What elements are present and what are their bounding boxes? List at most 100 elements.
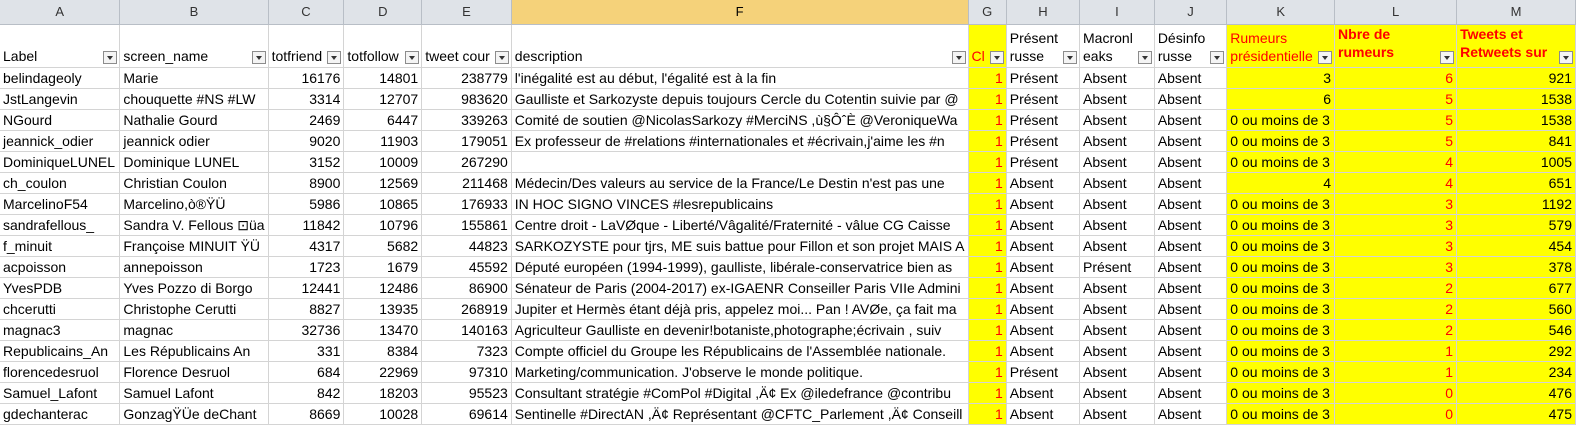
cell-i[interactable]: Absent	[1079, 88, 1155, 110]
column-header-e[interactable]: E	[421, 0, 512, 25]
filter-dropdown-icon[interactable]	[327, 51, 342, 64]
cell-b[interactable]: Christian Coulon	[119, 172, 269, 194]
cell-e[interactable]: 339263	[421, 109, 512, 131]
cell-h[interactable]: Absent	[1006, 214, 1081, 236]
cell-b[interactable]: Marcelino,ò®ŸÜ	[119, 193, 269, 215]
cell-c[interactable]: 1723	[268, 256, 345, 278]
cell-m[interactable]: 579	[1456, 214, 1576, 236]
field-header-cell-j[interactable]: Désinfo russe	[1154, 24, 1228, 68]
cell-e[interactable]: 44823	[421, 235, 512, 257]
cell-h[interactable]: Absent	[1006, 340, 1081, 362]
cell-d[interactable]: 14801	[343, 67, 423, 89]
filter-dropdown-icon[interactable]	[103, 51, 118, 64]
cell-b[interactable]: Sandra V. Fellous ⊡üa	[119, 214, 269, 236]
cell-b[interactable]: Françoise MINUIT ŸÜ	[119, 235, 269, 257]
cell-f[interactable]: Sénateur de Paris (2004-2017) ex-IGAENR …	[511, 277, 969, 299]
cell-d[interactable]: 18203	[343, 382, 423, 404]
cell-b[interactable]: Dominique LUNEL	[119, 151, 269, 173]
cell-g[interactable]: 1	[968, 340, 1007, 362]
cell-a[interactable]: jeannick_odier	[0, 130, 121, 152]
column-header-b[interactable]: B	[119, 0, 269, 25]
cell-a[interactable]: YvesPDB	[0, 277, 121, 299]
cell-m[interactable]: 454	[1456, 235, 1576, 257]
cell-c[interactable]: 32736	[268, 319, 345, 341]
cell-i[interactable]: Absent	[1079, 361, 1155, 383]
cell-k[interactable]: 0 ou moins de 3	[1226, 193, 1336, 215]
cell-f[interactable]	[511, 151, 969, 173]
cell-f[interactable]: Ex professeur de #relations #internation…	[511, 130, 969, 152]
cell-j[interactable]: Absent	[1154, 256, 1228, 278]
cell-l[interactable]: 3	[1334, 193, 1458, 215]
field-header-cell-c[interactable]: totfriend	[268, 24, 345, 68]
cell-f[interactable]: Compte officiel du Groupe les Républicai…	[511, 340, 969, 362]
filter-dropdown-icon[interactable]	[1063, 51, 1078, 64]
cell-j[interactable]: Absent	[1154, 361, 1228, 383]
filter-dropdown-icon[interactable]	[1318, 51, 1333, 64]
field-header-cell-i[interactable]: Macronl eaks	[1079, 24, 1155, 68]
cell-d[interactable]: 12569	[343, 172, 423, 194]
cell-d[interactable]: 10796	[343, 214, 423, 236]
cell-d[interactable]: 8384	[343, 340, 423, 362]
cell-c[interactable]: 5986	[268, 193, 345, 215]
cell-j[interactable]: Absent	[1154, 235, 1228, 257]
cell-h[interactable]: Absent	[1006, 277, 1081, 299]
cell-c[interactable]: 9020	[268, 130, 345, 152]
cell-g[interactable]: 1	[968, 109, 1007, 131]
cell-k[interactable]: 0 ou moins de 3	[1226, 319, 1336, 341]
cell-i[interactable]: Absent	[1079, 130, 1155, 152]
cell-c[interactable]: 3152	[268, 151, 345, 173]
cell-g[interactable]: 1	[968, 172, 1007, 194]
field-header-cell-f[interactable]: description	[511, 24, 969, 68]
cell-i[interactable]: Présent	[1079, 256, 1155, 278]
cell-m[interactable]: 476	[1456, 382, 1576, 404]
cell-g[interactable]: 1	[968, 382, 1007, 404]
cell-k[interactable]: 0 ou moins de 3	[1226, 256, 1336, 278]
cell-d[interactable]: 12486	[343, 277, 423, 299]
cell-m[interactable]: 378	[1456, 256, 1576, 278]
column-header-h[interactable]: H	[1006, 0, 1081, 25]
cell-b[interactable]: Nathalie Gourd	[119, 109, 269, 131]
column-header-d[interactable]: D	[343, 0, 423, 25]
cell-j[interactable]: Absent	[1154, 277, 1228, 299]
cell-g[interactable]: 1	[968, 88, 1007, 110]
cell-a[interactable]: Republicains_An	[0, 340, 121, 362]
cell-f[interactable]: IN HOC SIGNO VINCES #lesrepublicains	[511, 193, 969, 215]
cell-k[interactable]: 6	[1226, 88, 1336, 110]
cell-l[interactable]: 5	[1334, 109, 1458, 131]
cell-a[interactable]: gdechanterac	[0, 403, 121, 425]
field-header-cell-h[interactable]: Présent russe	[1006, 24, 1081, 68]
cell-h[interactable]: Absent	[1006, 193, 1081, 215]
cell-m[interactable]: 560	[1456, 298, 1576, 320]
cell-c[interactable]: 4317	[268, 235, 345, 257]
cell-e[interactable]: 983620	[421, 88, 512, 110]
cell-c[interactable]: 16176	[268, 67, 345, 89]
cell-l[interactable]: 1	[1334, 361, 1458, 383]
cell-h[interactable]: Absent	[1006, 256, 1081, 278]
cell-k[interactable]: 0 ou moins de 3	[1226, 109, 1336, 131]
cell-h[interactable]: Absent	[1006, 382, 1081, 404]
cell-b[interactable]: Florence Desruol	[119, 361, 269, 383]
cell-d[interactable]: 10009	[343, 151, 423, 173]
column-header-l[interactable]: L	[1334, 0, 1458, 25]
cell-e[interactable]: 97310	[421, 361, 512, 383]
field-header-cell-d[interactable]: totfollow	[343, 24, 423, 68]
cell-j[interactable]: Absent	[1154, 130, 1228, 152]
cell-l[interactable]: 0	[1334, 382, 1458, 404]
field-header-cell-a[interactable]: Label	[0, 24, 121, 68]
cell-m[interactable]: 1538	[1456, 88, 1576, 110]
cell-l[interactable]: 2	[1334, 319, 1458, 341]
cell-f[interactable]: Marketing/communication. J'observe le mo…	[511, 361, 969, 383]
cell-l[interactable]: 6	[1334, 67, 1458, 89]
cell-m[interactable]: 921	[1456, 67, 1576, 89]
cell-d[interactable]: 10865	[343, 193, 423, 215]
cell-a[interactable]: florencedesruol	[0, 361, 121, 383]
cell-m[interactable]: 677	[1456, 277, 1576, 299]
cell-m[interactable]: 841	[1456, 130, 1576, 152]
cell-m[interactable]: 234	[1456, 361, 1576, 383]
cell-g[interactable]: 1	[968, 319, 1007, 341]
cell-l[interactable]: 1	[1334, 340, 1458, 362]
cell-k[interactable]: 0 ou moins de 3	[1226, 298, 1336, 320]
cell-a[interactable]: ch_coulon	[0, 172, 121, 194]
cell-b[interactable]: Yves Pozzo di Borgo	[119, 277, 269, 299]
cell-g[interactable]: 1	[968, 151, 1007, 173]
